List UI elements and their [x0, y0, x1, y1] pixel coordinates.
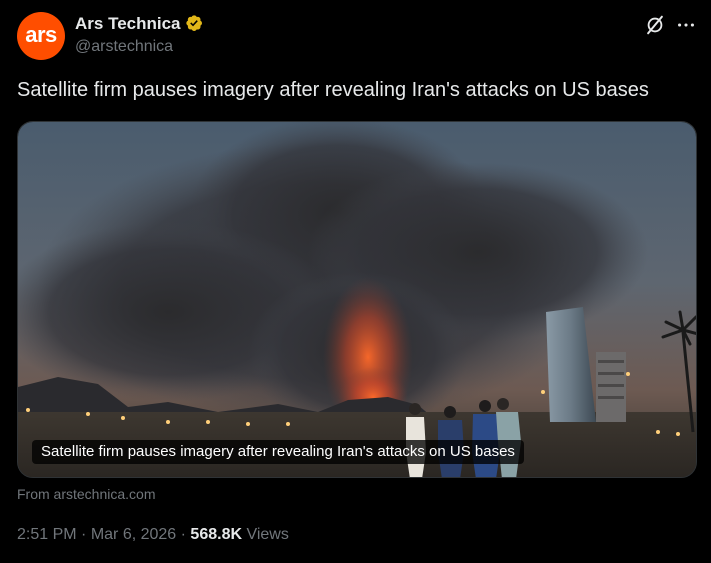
- tweet-date[interactable]: Mar 6, 2026: [91, 526, 176, 543]
- tweet-time[interactable]: 2:51 PM: [17, 526, 77, 543]
- meta-separator: ·: [76, 526, 91, 543]
- views-label: Views: [242, 526, 289, 543]
- avatar[interactable]: ars: [17, 12, 65, 60]
- card-image: [18, 122, 696, 477]
- verified-badge-icon[interactable]: [185, 14, 205, 34]
- card-caption: Satellite firm pauses imagery after reve…: [32, 440, 524, 464]
- grok-slash-icon[interactable]: [644, 14, 666, 36]
- card-source[interactable]: From arstechnica.com: [17, 486, 155, 502]
- tweet-text: Satellite firm pauses imagery after reve…: [17, 79, 649, 101]
- display-name[interactable]: Ars Technica: [75, 14, 181, 34]
- author-name-row: Ars Technica: [75, 13, 205, 34]
- tweet-meta: 2:51 PM · Mar 6, 2026 · 568.8K Views: [17, 526, 289, 544]
- more-dots-icon[interactable]: [675, 14, 697, 36]
- meta-separator: ·: [176, 526, 191, 543]
- views-count[interactable]: 568.8K: [190, 526, 242, 543]
- avatar-text: ars: [25, 21, 57, 47]
- author-handle[interactable]: @arstechnica: [75, 38, 173, 56]
- link-card[interactable]: Satellite firm pauses imagery after reve…: [17, 121, 697, 478]
